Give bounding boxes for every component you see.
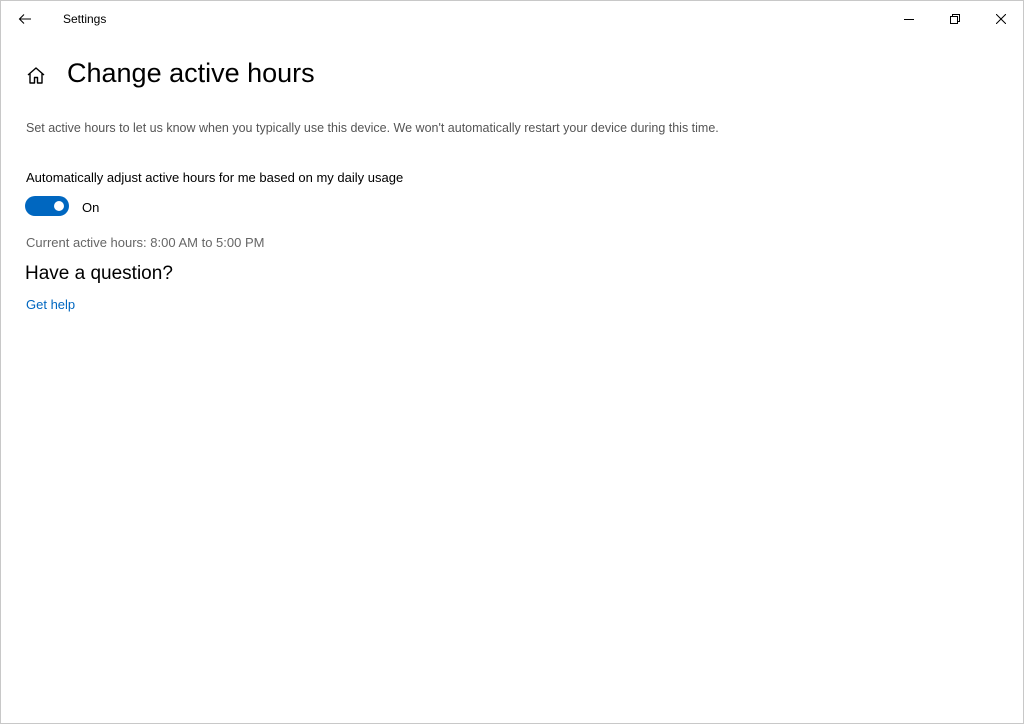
page-description: Set active hours to let us know when you…	[26, 121, 719, 135]
page-title: Change active hours	[67, 58, 315, 88]
settings-window: Settings Change active hours Set active …	[0, 0, 1024, 724]
close-button[interactable]	[978, 1, 1024, 37]
minimize-button[interactable]	[886, 1, 932, 37]
current-active-hours: Current active hours: 8:00 AM to 5:00 PM	[26, 235, 265, 250]
home-icon	[27, 67, 45, 84]
app-title: Settings	[63, 12, 107, 26]
toggle-knob	[54, 201, 64, 211]
auto-adjust-label: Automatically adjust active hours for me…	[26, 170, 404, 185]
back-button[interactable]	[9, 5, 41, 33]
get-help-link[interactable]: Get help	[26, 297, 75, 312]
restore-button[interactable]	[932, 1, 978, 37]
toggle-state-label: On	[82, 200, 100, 215]
help-heading: Have a question?	[25, 263, 173, 284]
restore-icon	[950, 14, 960, 24]
close-icon	[996, 14, 1006, 24]
minimize-icon	[904, 19, 914, 20]
title-bar: Settings	[1, 1, 1023, 37]
home-button[interactable]	[25, 65, 47, 87]
auto-adjust-toggle[interactable]	[25, 196, 69, 216]
back-arrow-icon	[18, 14, 31, 24]
